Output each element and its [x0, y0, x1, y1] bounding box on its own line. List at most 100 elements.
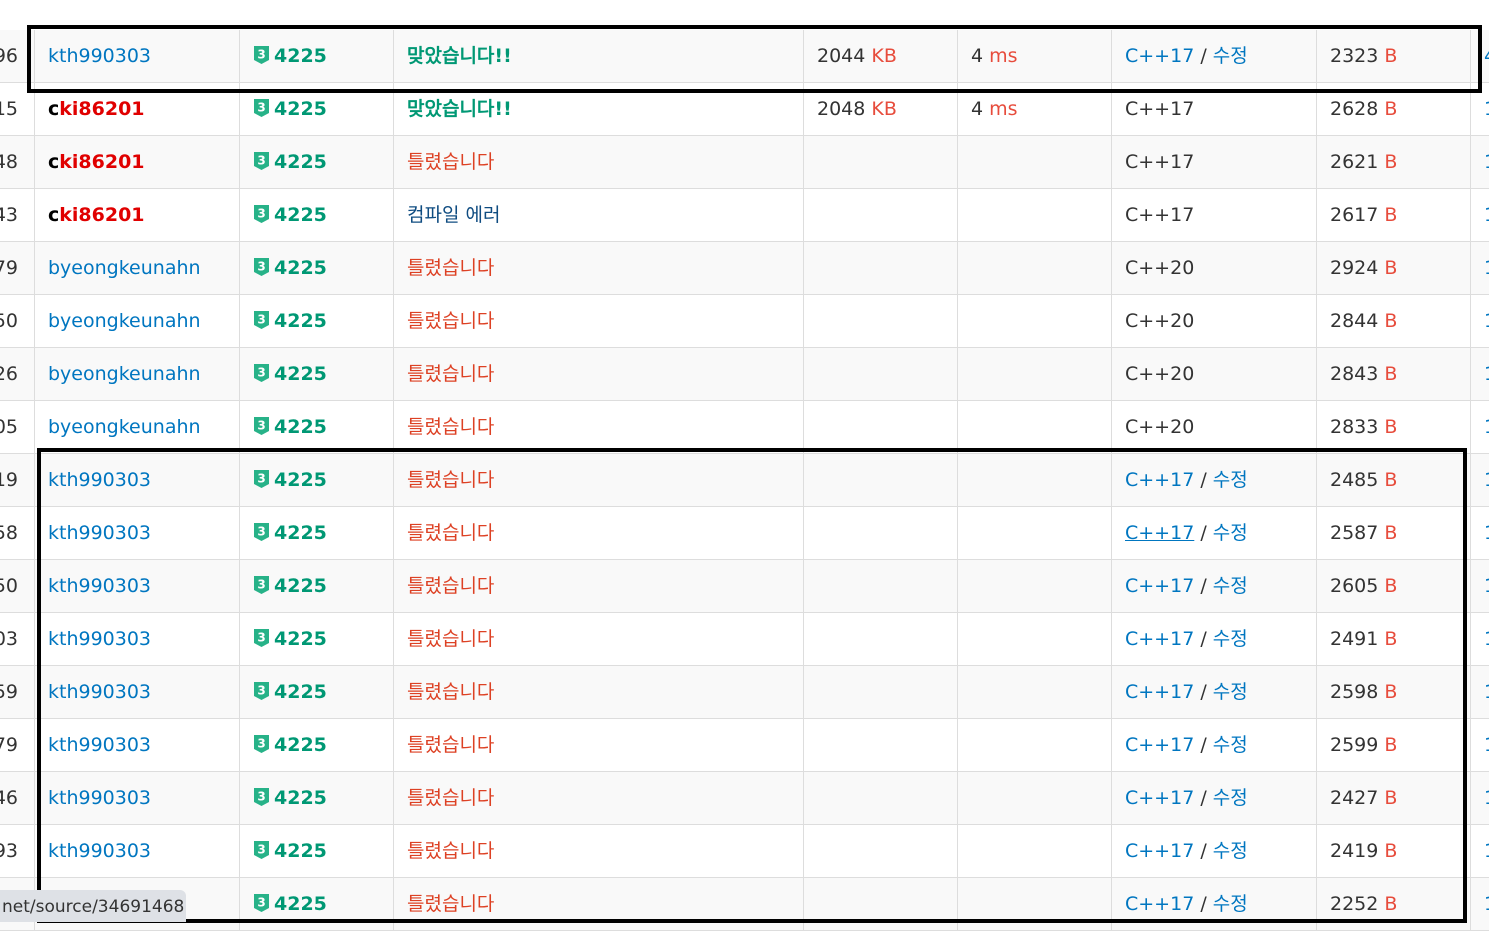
user-link[interactable]: byeongkeunahn: [48, 310, 201, 332]
language-link[interactable]: C++17: [1125, 469, 1194, 491]
user-cell: kth990303: [34, 825, 239, 878]
result-cell: 맞았습니다!!: [393, 83, 803, 136]
user-link[interactable]: kth990303: [48, 734, 151, 756]
user-link[interactable]: kth990303: [48, 575, 151, 597]
language-link[interactable]: C++17: [1125, 840, 1194, 862]
submit-time-cell[interactable]: 1: [1470, 83, 1489, 136]
problem-link[interactable]: 3 4225: [253, 416, 327, 438]
problem-link[interactable]: 3 4225: [253, 575, 327, 597]
submit-time-cell[interactable]: 1: [1470, 242, 1489, 295]
submit-time-cell[interactable]: 1: [1470, 666, 1489, 719]
user-link[interactable]: byeongkeunahn: [48, 257, 201, 279]
submission-id[interactable]: 59: [0, 666, 34, 719]
problem-cell: 3 4225: [239, 295, 393, 348]
submit-time-cell[interactable]: 1: [1470, 825, 1489, 878]
problem-link[interactable]: 3 4225: [253, 469, 327, 491]
user-link[interactable]: cki86201: [48, 151, 145, 173]
edit-link[interactable]: 수정: [1213, 787, 1248, 809]
problem-link[interactable]: 3 4225: [253, 734, 327, 756]
edit-link[interactable]: 수정: [1213, 522, 1248, 544]
submission-id[interactable]: 58: [0, 507, 34, 560]
submission-id[interactable]: 79: [0, 719, 34, 772]
user-link[interactable]: byeongkeunahn: [48, 416, 201, 438]
problem-link[interactable]: 3 4225: [253, 840, 327, 862]
language-link[interactable]: C++17: [1125, 45, 1194, 67]
language-link[interactable]: C++17: [1125, 522, 1194, 544]
table-row: 46kth99030334225틀렸습니다C++17 / 수정2427 B1: [0, 772, 1489, 825]
problem-link[interactable]: 3 4225: [253, 681, 327, 703]
submit-time-cell[interactable]: 1: [1470, 878, 1489, 931]
result-cell: 틀렸습니다: [393, 878, 803, 931]
submission-id[interactable]: 79: [0, 242, 34, 295]
language-link[interactable]: C++17: [1125, 628, 1194, 650]
problem-link[interactable]: 3 4225: [253, 522, 327, 544]
language-link[interactable]: C++17: [1125, 734, 1194, 756]
submission-id[interactable]: 50: [0, 560, 34, 613]
submission-id[interactable]: 50: [0, 295, 34, 348]
svg-text:3: 3: [257, 259, 265, 273]
edit-link[interactable]: 수정: [1213, 45, 1248, 67]
code-length-unit: B: [1384, 98, 1398, 120]
language-link[interactable]: C++17: [1125, 787, 1194, 809]
result-text[interactable]: 컴파일 에러: [407, 204, 500, 226]
user-link[interactable]: kth990303: [48, 840, 151, 862]
submit-time-cell[interactable]: 1: [1470, 189, 1489, 242]
edit-link[interactable]: 수정: [1213, 840, 1248, 862]
submission-id[interactable]: 26: [0, 348, 34, 401]
result-cell: 틀렸습니다: [393, 454, 803, 507]
submission-id[interactable]: 48: [0, 136, 34, 189]
user-link[interactable]: kth990303: [48, 787, 151, 809]
submit-time-cell[interactable]: 1: [1470, 136, 1489, 189]
silver-3-tier-icon: 3: [254, 840, 269, 859]
problem-link[interactable]: 3 4225: [253, 787, 327, 809]
problem-link[interactable]: 3 4225: [253, 310, 327, 332]
edit-link[interactable]: 수정: [1213, 469, 1248, 491]
problem-link[interactable]: 3 4225: [253, 257, 327, 279]
edit-link[interactable]: 수정: [1213, 575, 1248, 597]
submission-id[interactable]: 19: [0, 454, 34, 507]
user-link[interactable]: kth990303: [48, 469, 151, 491]
user-link[interactable]: byeongkeunahn: [48, 363, 201, 385]
submit-time-cell[interactable]: 1: [1470, 454, 1489, 507]
language-link[interactable]: C++17: [1125, 575, 1194, 597]
language-separator: /: [1194, 45, 1213, 67]
edit-link[interactable]: 수정: [1213, 734, 1248, 756]
submit-time-cell[interactable]: 1: [1470, 348, 1489, 401]
language-link[interactable]: C++17: [1125, 681, 1194, 703]
user-link[interactable]: kth990303: [48, 681, 151, 703]
user-link[interactable]: kth990303: [48, 45, 151, 67]
user-link[interactable]: cki86201: [48, 98, 145, 120]
problem-link[interactable]: 3 4225: [253, 45, 327, 67]
problem-link[interactable]: 3 4225: [253, 151, 327, 173]
submit-time-cell[interactable]: 1: [1470, 560, 1489, 613]
submission-id[interactable]: 93: [0, 825, 34, 878]
submit-time-cell[interactable]: 1: [1470, 295, 1489, 348]
language-cell: C++17 / 수정: [1111, 825, 1316, 878]
result-cell: 컴파일 에러: [393, 189, 803, 242]
submission-id[interactable]: 03: [0, 613, 34, 666]
language-link[interactable]: C++17: [1125, 893, 1194, 915]
user-link[interactable]: kth990303: [48, 522, 151, 544]
edit-link[interactable]: 수정: [1213, 893, 1248, 915]
submit-time-cell[interactable]: 1: [1470, 772, 1489, 825]
user-link[interactable]: cki86201: [48, 204, 145, 226]
problem-link[interactable]: 3 4225: [253, 98, 327, 120]
submit-time-cell[interactable]: 1: [1470, 401, 1489, 454]
submission-id[interactable]: 05: [0, 401, 34, 454]
submit-time-cell[interactable]: 1: [1470, 507, 1489, 560]
problem-link[interactable]: 3 4225: [253, 363, 327, 385]
problem-link[interactable]: 3 4225: [253, 628, 327, 650]
time-cell: [957, 401, 1111, 454]
submission-id[interactable]: 46: [0, 772, 34, 825]
edit-link[interactable]: 수정: [1213, 628, 1248, 650]
user-link[interactable]: kth990303: [48, 628, 151, 650]
submission-id[interactable]: 43: [0, 189, 34, 242]
problem-link[interactable]: 3 4225: [253, 893, 327, 915]
submit-time-cell[interactable]: 1: [1470, 719, 1489, 772]
problem-link[interactable]: 3 4225: [253, 204, 327, 226]
edit-link[interactable]: 수정: [1213, 681, 1248, 703]
submit-time-cell[interactable]: 4: [1470, 30, 1489, 83]
submit-time-cell[interactable]: 1: [1470, 613, 1489, 666]
submission-id[interactable]: 96: [0, 30, 34, 83]
submission-id[interactable]: 15: [0, 83, 34, 136]
